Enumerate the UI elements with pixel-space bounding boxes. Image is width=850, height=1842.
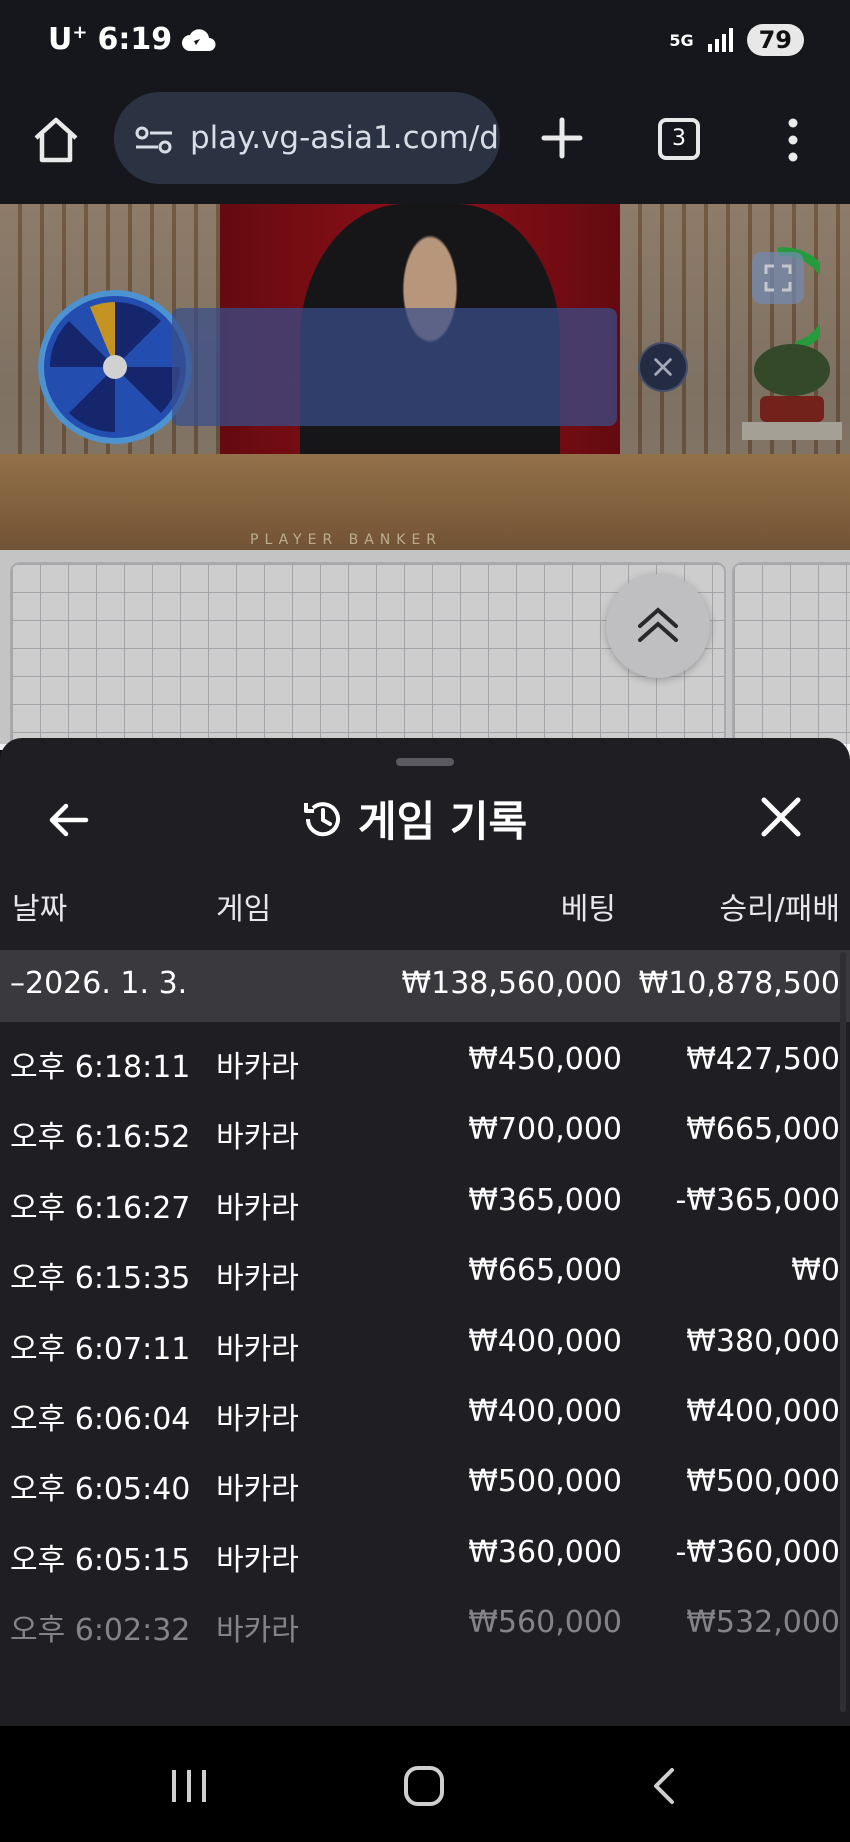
row-win: ₩427,500 xyxy=(686,1042,840,1077)
row-win: ₩0 xyxy=(791,1253,840,1289)
row-time: 오후 6:15:35 xyxy=(10,1261,191,1297)
status-bar: U+ 6:19 5G 79 xyxy=(0,0,850,88)
clock: 6:19 xyxy=(97,22,173,57)
row-bet: ₩665,000 xyxy=(468,1253,622,1289)
row-time: 오후 6:07:11 xyxy=(10,1331,191,1367)
signal-icon xyxy=(707,28,733,52)
sheet-drag-handle[interactable] xyxy=(396,758,454,766)
list-scrollbar[interactable] xyxy=(840,952,846,1712)
row-game: 바카라 xyxy=(216,1331,299,1367)
row-win: ₩665,000 xyxy=(686,1112,840,1148)
history-icon xyxy=(304,801,340,836)
date-group-date: –2026. 1. 3. xyxy=(10,966,188,1001)
plus-icon[interactable] xyxy=(536,112,588,164)
row-game: 바카라 xyxy=(216,1472,299,1508)
date-group-bet-total: ₩138,560,000 xyxy=(401,966,622,1001)
row-bet: ₩700,000 xyxy=(468,1112,622,1148)
table-row[interactable]: 오후 6:06:04 바카라 ₩400,000 ₩400,000 xyxy=(0,1374,840,1444)
url-text: play.vg-asia1.com/d xyxy=(190,120,499,156)
row-bet: ₩365,000 xyxy=(468,1182,622,1218)
cloud-icon xyxy=(182,28,216,51)
table-row[interactable]: 오후 6:18:11 바카라 ₩450,000 ₩427,500 xyxy=(0,1022,840,1092)
col-header-date[interactable]: 날짜 xyxy=(12,884,67,928)
table-header: 날짜 게임 베팅 승리/패배 xyxy=(0,878,850,928)
row-win: -₩360,000 xyxy=(675,1534,840,1570)
status-left: U+ 6:19 xyxy=(48,22,216,57)
sheet-title: 게임 기록 xyxy=(300,788,527,849)
carrier-label: U+ xyxy=(48,22,88,57)
tabs-icon[interactable]: 3 xyxy=(658,118,700,160)
row-game: 바카라 xyxy=(216,1613,299,1649)
more-vert-icon[interactable] xyxy=(780,116,806,164)
row-time: 오후 6:18:11 xyxy=(10,1050,191,1085)
table-row[interactable]: 오후 6:15:35 바카라 ₩665,000 ₩0 xyxy=(0,1233,840,1303)
row-game: 바카라 xyxy=(216,1050,299,1085)
row-time: 오후 6:02:32 xyxy=(10,1613,191,1649)
row-game: 바카라 xyxy=(216,1261,299,1297)
arrow-left-icon[interactable] xyxy=(46,798,90,842)
row-win: ₩400,000 xyxy=(686,1393,840,1429)
recents-icon[interactable] xyxy=(168,1768,210,1804)
row-time: 오후 6:16:52 xyxy=(10,1120,191,1156)
nav-back-icon[interactable] xyxy=(652,1766,676,1806)
row-bet: ₩500,000 xyxy=(468,1464,622,1500)
row-win: -₩365,000 xyxy=(675,1182,840,1218)
table-row[interactable]: 오후 6:02:32 바카라 ₩560,000 ₩532,000 xyxy=(0,1585,840,1655)
row-bet: ₩560,000 xyxy=(468,1605,622,1641)
date-group-row[interactable]: –2026. 1. 3. ₩138,560,000 ₩10,878,500 xyxy=(0,950,850,1022)
table-row[interactable]: 오후 6:16:52 바카라 ₩700,000 ₩665,000 xyxy=(0,1092,840,1162)
network-type: 5G xyxy=(669,30,694,50)
row-time: 오후 6:06:04 xyxy=(10,1401,191,1437)
row-game: 바카라 xyxy=(216,1401,299,1437)
row-time: 오후 6:05:40 xyxy=(10,1472,191,1508)
tune-icon[interactable] xyxy=(134,126,174,154)
row-time: 오후 6:16:27 xyxy=(10,1190,191,1226)
close-icon[interactable] xyxy=(758,794,804,840)
row-game: 바카라 xyxy=(216,1190,299,1226)
table-row[interactable]: 오후 6:16:27 바카라 ₩365,000 -₩365,000 xyxy=(0,1163,840,1233)
status-right: 5G 79 xyxy=(669,24,804,56)
nav-home-icon[interactable] xyxy=(404,1766,444,1806)
row-bet: ₩360,000 xyxy=(468,1534,622,1570)
row-win: ₩500,000 xyxy=(686,1464,840,1500)
col-header-game[interactable]: 게임 xyxy=(216,884,271,928)
row-time: 오후 6:05:15 xyxy=(10,1542,191,1578)
backdrop-dim[interactable] xyxy=(0,204,850,744)
system-nav-bar xyxy=(0,1726,850,1842)
row-win: ₩380,000 xyxy=(686,1323,840,1359)
row-game: 바카라 xyxy=(216,1542,299,1578)
battery-indicator: 79 xyxy=(746,24,804,56)
browser-toolbar: play.vg-asia1.com/d 3 xyxy=(0,88,850,204)
date-group-win-total: ₩10,878,500 xyxy=(638,966,840,1001)
sheet-title-text: 게임 기록 xyxy=(358,797,528,846)
row-game: 바카라 xyxy=(216,1120,299,1156)
row-bet: ₩450,000 xyxy=(468,1042,622,1077)
home-icon[interactable] xyxy=(30,114,82,166)
table-row[interactable]: 오후 6:05:15 바카라 ₩360,000 -₩360,000 xyxy=(0,1515,840,1585)
game-history-sheet: 게임 기록 날짜 게임 베팅 승리/패배 –2026. 1. 3. ₩138,5… xyxy=(0,738,850,1728)
col-header-win-loss[interactable]: 승리/패배 xyxy=(719,884,840,928)
col-header-bet[interactable]: 베팅 xyxy=(561,884,616,928)
history-list: 오후 6:18:11 바카라 ₩450,000 ₩427,500 오후 6:16… xyxy=(0,1022,840,1656)
table-row[interactable]: 오후 6:07:11 바카라 ₩400,000 ₩380,000 xyxy=(0,1304,840,1374)
row-bet: ₩400,000 xyxy=(468,1393,622,1429)
table-row[interactable]: 오후 6:05:40 바카라 ₩500,000 ₩500,000 xyxy=(0,1444,840,1514)
address-bar[interactable]: play.vg-asia1.com/d xyxy=(114,92,500,184)
row-win: ₩532,000 xyxy=(686,1605,840,1641)
row-bet: ₩400,000 xyxy=(468,1323,622,1359)
